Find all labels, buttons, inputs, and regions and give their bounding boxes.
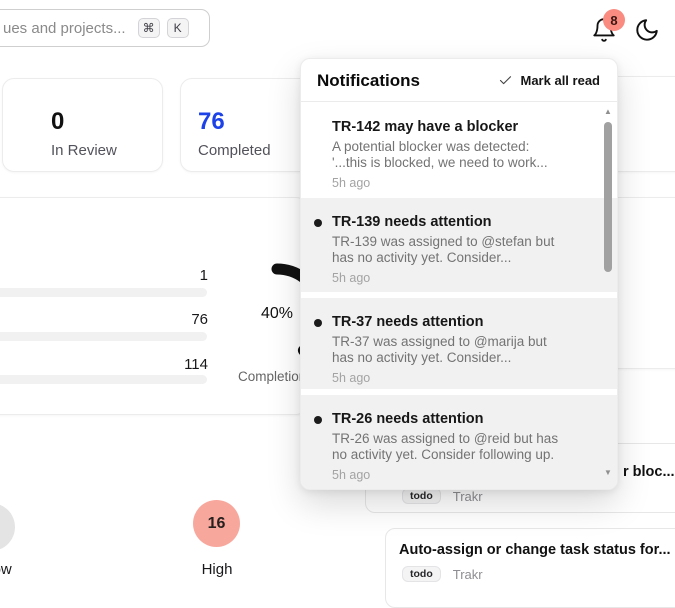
donut-center-label: 40% [260,305,294,322]
priority-circle-high: 16 [193,500,240,547]
scroll-up-icon[interactable]: ▲ [602,108,614,116]
bar-track-2 [0,332,207,341]
notification-title: TR-142 may have a blocker [332,119,519,135]
notification-time: 5h ago [332,371,371,385]
notification-body: TR-26 was assigned to @reid but has no a… [332,431,559,462]
notification-body: A potential blocker was detected: '...th… [332,139,548,170]
unread-dot-icon [314,219,322,227]
panel-scrollbar[interactable]: ▲ ▼ [602,108,614,481]
bar-track-1 [0,288,207,297]
notification-item[interactable]: TR-139 needs attention TR-139 was assign… [301,198,617,292]
notification-item[interactable]: TR-26 needs attention TR-26 was assigned… [301,395,617,489]
bar-value-2: 76 [191,311,208,328]
status-badge: todo [402,566,441,582]
bar-value-1: 1 [199,267,208,284]
search-input[interactable]: ues and projects... ⌘ K [0,9,210,47]
suggestion-card[interactable]: Auto-assign or change task status for...… [385,528,675,608]
priority-circle-low [0,503,15,551]
notification-time: 5h ago [332,468,371,482]
notification-body: TR-139 was assigned to @stefan but has n… [332,234,555,265]
notification-title: TR-37 needs attention [332,314,484,330]
unread-dot-icon [314,416,322,424]
dark-mode-toggle[interactable] [634,17,660,43]
stat-card-in-review: 0 In Review [2,78,163,172]
notifications-header: Notifications Mark all read [301,59,617,102]
notifications-panel: Notifications Mark all read TR-142 may h… [300,58,618,490]
priority-label-low: Low [0,561,12,578]
priority-label-high: High [201,561,233,578]
bar-value-3: 114 [184,356,208,373]
notification-title: TR-26 needs attention [332,411,484,427]
mark-all-read-label: Mark all read [520,73,601,88]
scrollbar-thumb[interactable] [604,122,612,272]
search-placeholder: ues and projects... [3,19,126,37]
moon-icon [634,17,660,43]
stat-label: In Review [51,142,117,159]
scroll-down-icon[interactable]: ▼ [602,469,614,477]
unread-dot-icon [314,319,322,327]
suggestion-source: Trakr [452,566,483,582]
bar-track-3 [0,375,207,384]
suggestion-source: Trakr [452,488,483,504]
mark-all-read-button[interactable]: Mark all read [498,73,601,88]
status-badge: todo [402,488,441,504]
notification-item[interactable]: TR-37 needs attention TR-37 was assigned… [301,298,617,389]
notification-title: TR-139 needs attention [332,214,492,230]
notification-item[interactable]: TR-142 may have a blocker A potential bl… [301,103,617,198]
notification-body: TR-37 was assigned to @marija but has no… [332,334,547,365]
notifications-title: Notifications [317,71,420,90]
kbd-cmd: ⌘ [137,18,160,38]
stat-value: 0 [51,108,65,135]
kbd-k: K [166,18,189,38]
notification-time: 5h ago [332,271,371,285]
donut-title: Completion [238,369,307,384]
notification-time: 5h ago [332,176,371,190]
notification-count-badge: 8 [603,9,625,31]
check-icon [498,73,513,88]
suggestion-title: Auto-assign or change task status for... [399,542,671,558]
suggestion-title: r bloc... [623,464,675,480]
